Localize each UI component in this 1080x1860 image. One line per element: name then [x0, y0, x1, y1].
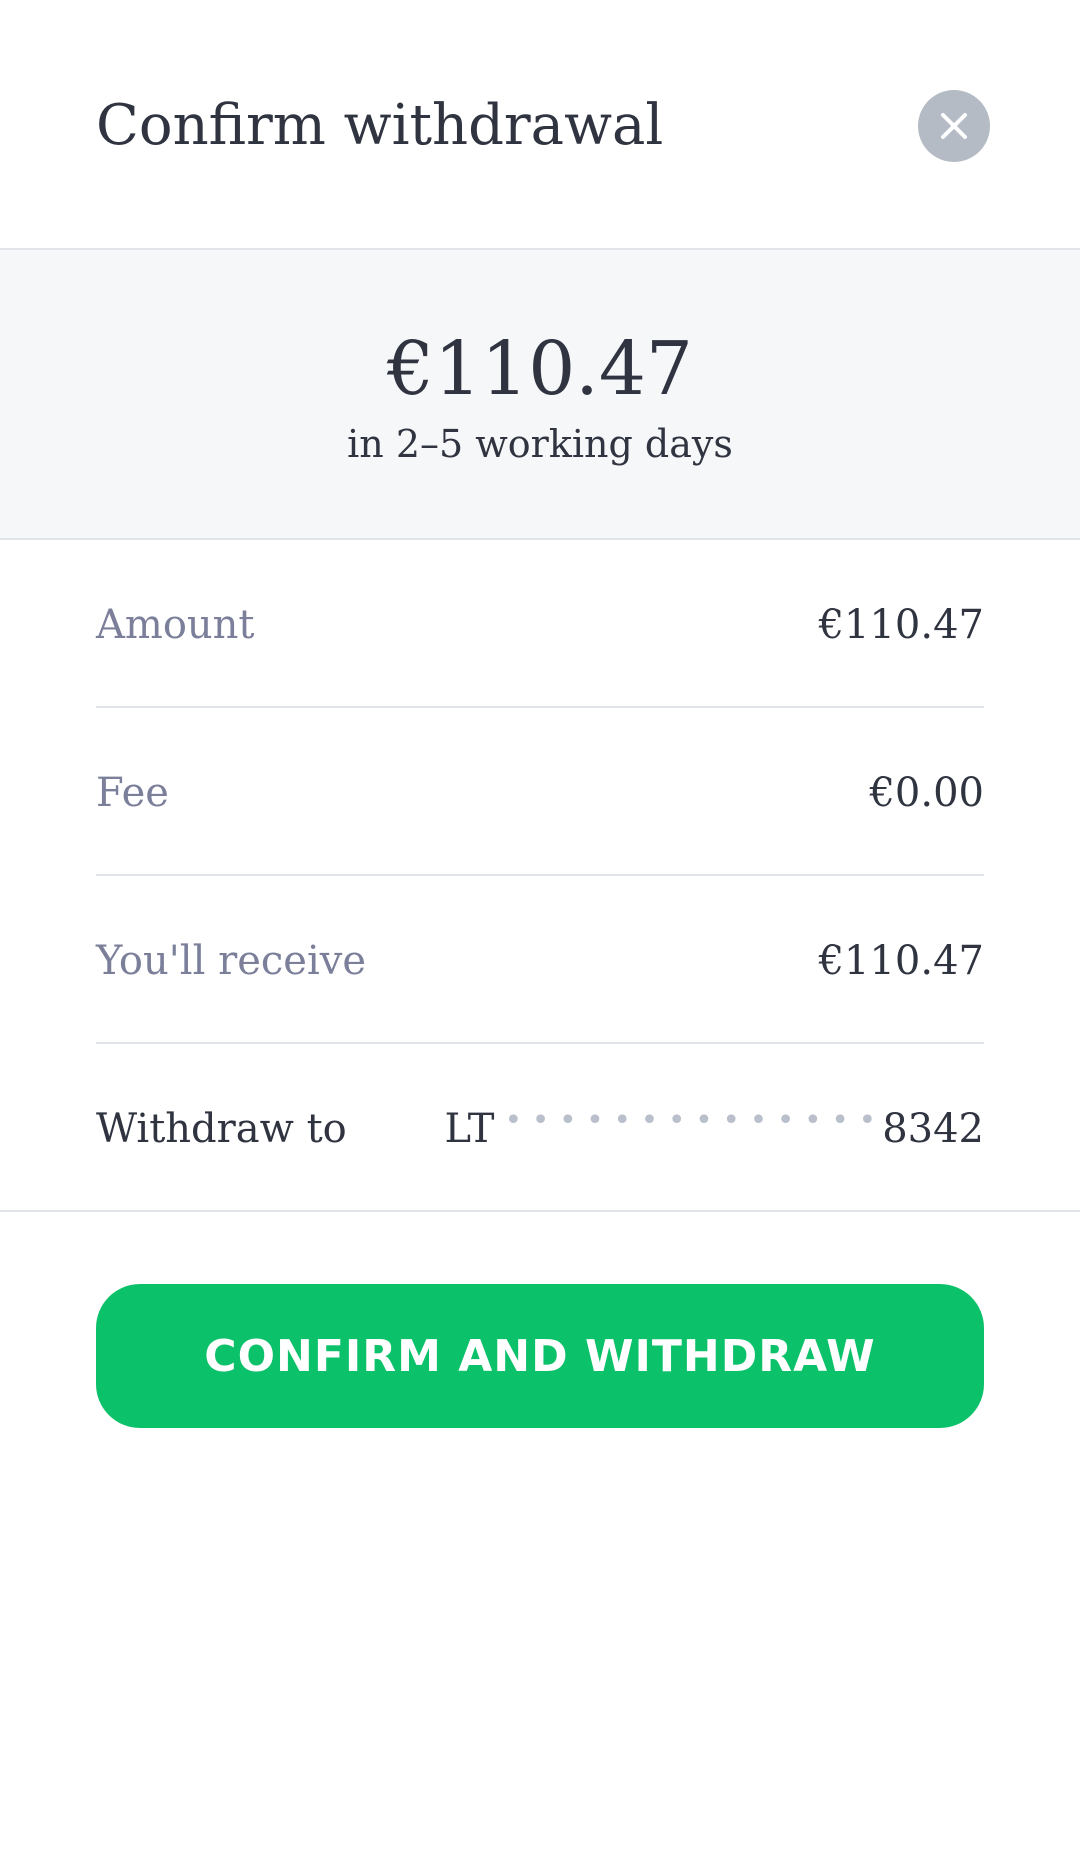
summary-timeline: in 2–5 working days	[347, 422, 733, 466]
withdrawal-summary: €110.47 in 2–5 working days	[0, 250, 1080, 540]
account-number: LT • • • • • • • • • • • • • • 8342	[444, 1103, 985, 1154]
account-suffix: 8342	[882, 1106, 984, 1152]
receive-value: €110.47	[818, 938, 984, 984]
detail-row-receive: You'll receive €110.47	[96, 876, 984, 1044]
detail-row-fee: Fee €0.00	[96, 708, 984, 876]
account-mask: • • • • • • • • • • • • • •	[504, 1103, 877, 1138]
receive-label: You'll receive	[96, 938, 366, 984]
withdraw-to-label: Withdraw to	[96, 1106, 347, 1152]
summary-amount: €110.47	[386, 326, 693, 412]
account-prefix: LT	[444, 1106, 495, 1152]
page-title: Confirm withdrawal	[96, 93, 664, 158]
close-button[interactable]	[918, 90, 990, 162]
detail-row-amount: Amount €110.47	[96, 540, 984, 708]
close-icon	[941, 113, 967, 139]
amount-value: €110.47	[818, 602, 984, 648]
details-list: Amount €110.47 Fee €0.00 You'll receive …	[0, 540, 1080, 1212]
amount-label: Amount	[96, 602, 255, 648]
confirm-withdraw-button[interactable]: CONFIRM AND WITHDRAW	[96, 1284, 984, 1428]
fee-value: €0.00	[869, 770, 984, 816]
modal-header: Confirm withdrawal	[0, 0, 1080, 250]
detail-row-withdraw-to: Withdraw to LT • • • • • • • • • • • • •…	[96, 1044, 984, 1212]
fee-label: Fee	[96, 770, 169, 816]
